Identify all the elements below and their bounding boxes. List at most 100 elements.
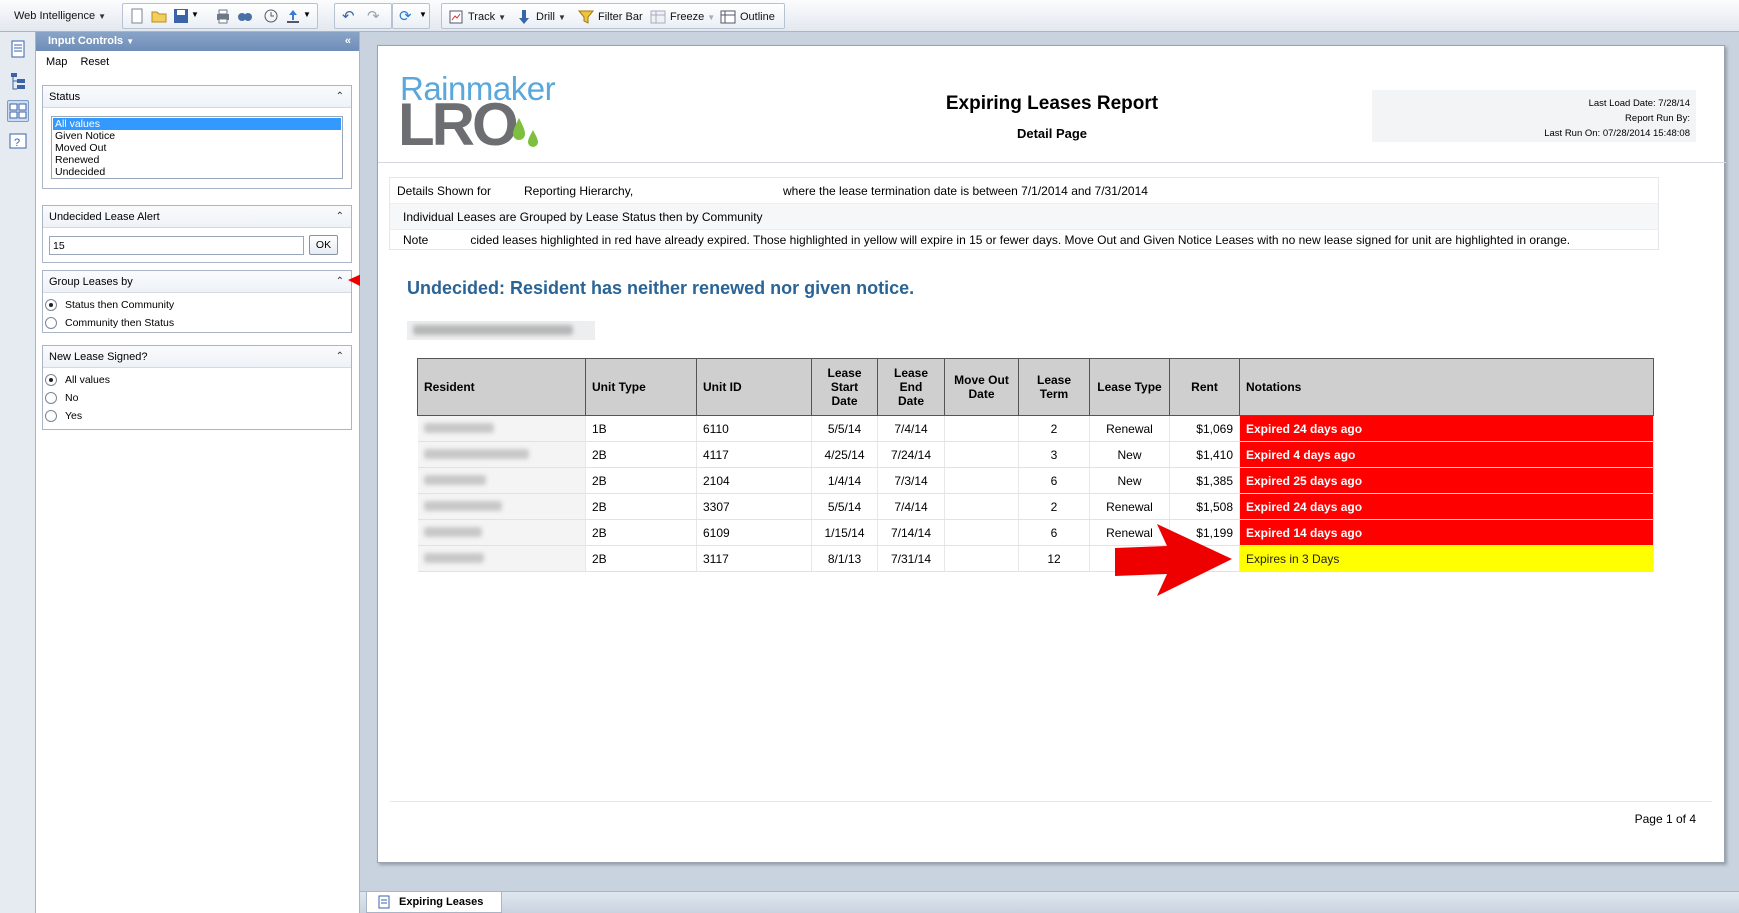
collapse-new-lease-icon[interactable]: ⌃ <box>336 346 344 368</box>
file-toolbar-group: ▼ ▼ <box>122 3 318 29</box>
reporting-hierarchy: Reporting Hierarchy, <box>524 184 634 198</box>
cell-unit-type: 2B <box>585 441 697 468</box>
report-tab-icon <box>378 895 390 909</box>
collapse-group-icon[interactable]: ⌃ <box>336 271 344 293</box>
cell-lease-end: 7/3/14 <box>877 467 945 494</box>
group-option-community-status[interactable]: Community then Status <box>43 314 351 332</box>
find-icon[interactable] <box>237 8 253 24</box>
refresh-dropdown-icon[interactable]: ▼ <box>419 10 427 19</box>
radio-icon <box>45 392 57 404</box>
leases-table: Resident Unit Type Unit ID Lease Start Dat… <box>417 358 1654 572</box>
history-icon[interactable] <box>263 8 279 24</box>
new-lease-control: New Lease Signed? ⌃ All values No Yes <box>42 345 352 430</box>
run-info-box: Last Load Date: 7/28/14 Report Run By: L… <box>1372 90 1696 142</box>
status-option[interactable]: Moved Out <box>53 142 341 154</box>
cell-lease-term: 2 <box>1018 415 1090 442</box>
save-icon[interactable] <box>173 8 189 24</box>
cell-lease-start: 1/15/14 <box>811 519 878 546</box>
cell-unit-id: 2104 <box>696 467 812 494</box>
resident-name-blurred <box>423 500 502 511</box>
filter-bar-button[interactable]: Filter Bar <box>577 5 643 29</box>
ok-button[interactable]: OK <box>309 235 338 255</box>
cell-rent: $1,069 <box>1169 415 1240 442</box>
new-lease-option-no[interactable]: No <box>43 389 351 407</box>
freeze-button[interactable]: Freeze ▼ <box>650 5 715 29</box>
page-footer-divider <box>390 801 1712 802</box>
help-icon[interactable]: ? <box>7 130 29 152</box>
map-link[interactable]: Map <box>46 56 67 68</box>
collapse-alert-icon[interactable]: ⌃ <box>336 206 344 228</box>
input-controls-panel: Input Controls ▼ « Map Reset Status ⌃ All… <box>36 32 500 913</box>
refresh-icon[interactable]: ⟳ <box>399 7 412 25</box>
export-icon[interactable] <box>285 8 301 24</box>
left-icon-strip: ? <box>0 32 36 913</box>
cell-resident <box>417 493 586 520</box>
cell-unit-type: 2B <box>585 467 697 494</box>
track-button[interactable]: Track ▼ <box>448 5 506 29</box>
collapse-status-icon[interactable]: ⌃ <box>336 86 344 108</box>
community-name-blurred <box>407 321 595 340</box>
col-lease-term: Lease Term <box>1018 358 1090 416</box>
cell-move-out <box>944 441 1019 468</box>
tab-expiring-leases[interactable]: Expiring Leases <box>366 892 503 913</box>
last-load-date: Last Load Date: 7/28/14 <box>1588 98 1690 109</box>
refresh-group: ⟳ ▼ <box>392 3 430 29</box>
export-dropdown-icon[interactable]: ▼ <box>303 10 311 19</box>
document-structure-icon[interactable] <box>7 38 29 60</box>
cell-notation: Expired 24 days ago <box>1239 415 1654 442</box>
reset-link[interactable]: Reset <box>80 56 109 68</box>
alert-days-input[interactable] <box>49 236 304 255</box>
resident-name-blurred <box>423 526 482 537</box>
filter-icon <box>577 9 595 25</box>
cell-unit-type: 2B <box>585 493 697 520</box>
group-option-status-community[interactable]: Status then Community <box>43 296 351 314</box>
cell-move-out <box>944 493 1019 520</box>
cell-lease-term: 3 <box>1018 441 1090 468</box>
new-document-icon[interactable] <box>129 8 145 24</box>
collapse-panel-icon[interactable]: « <box>345 32 351 51</box>
panel-links: Map Reset <box>36 51 359 73</box>
app-menu[interactable]: Web Intelligence ▼ <box>14 4 106 28</box>
col-notations: Notations <box>1239 358 1654 416</box>
cell-lease-end: 7/24/14 <box>877 441 945 468</box>
status-option[interactable]: Undecided <box>53 166 341 178</box>
table-row: 2B 2104 1/4/14 7/3/14 6 New $1,385 Expired 25 d… <box>417 467 1654 494</box>
open-folder-icon[interactable] <box>151 8 167 24</box>
navigation-map-icon[interactable] <box>7 70 29 92</box>
cell-unit-id: 3307 <box>696 493 812 520</box>
redo-icon[interactable]: ↷ <box>367 7 380 25</box>
input-controls-icon[interactable] <box>7 100 29 122</box>
cell-lease-end: 7/31/14 <box>877 545 945 572</box>
col-lease-start: Lease Start Date <box>811 358 878 416</box>
cell-unit-type: 2B <box>585 519 697 546</box>
cell-lease-term: 2 <box>1018 493 1090 520</box>
outline-button[interactable]: Outline <box>720 5 775 29</box>
red-arrow-annotation <box>1115 524 1232 596</box>
resident-name-blurred <box>423 552 484 563</box>
cell-lease-end: 7/14/14 <box>877 519 945 546</box>
new-lease-option-all[interactable]: All values <box>43 371 351 389</box>
status-option[interactable]: Given Notice <box>53 130 341 142</box>
radio-selected-icon <box>45 299 57 311</box>
print-icon[interactable] <box>215 8 231 24</box>
cell-lease-end: 7/4/14 <box>877 415 945 442</box>
cell-unit-type: 1B <box>585 415 697 442</box>
status-option[interactable]: All values <box>53 118 341 130</box>
save-dropdown-icon[interactable]: ▼ <box>191 10 199 19</box>
undo-icon[interactable]: ↶ <box>342 7 355 25</box>
status-option[interactable]: Renewed <box>53 154 341 166</box>
table-row: 2B 6109 1/15/14 7/14/14 6 Renewal $1,199 Expire… <box>417 519 1654 546</box>
resident-name-blurred <box>423 474 486 485</box>
table-row: 2B 4117 4/25/14 7/24/14 3 New $1,410 Expired 4 … <box>417 441 1654 468</box>
status-listbox[interactable]: All values Given Notice Moved Out Renewe… <box>51 116 343 179</box>
report-tab-bar: Expiring Leases <box>360 891 1739 913</box>
drill-button[interactable]: Drill ▼ <box>516 5 566 29</box>
cell-resident <box>417 467 586 494</box>
col-unit-type: Unit Type <box>585 358 697 416</box>
col-resident: Resident <box>417 358 586 416</box>
cell-move-out <box>944 545 1019 572</box>
cell-lease-type: Renewal <box>1089 415 1170 442</box>
new-lease-option-yes[interactable]: Yes <box>43 407 351 425</box>
track-icon <box>448 9 464 25</box>
cell-move-out <box>944 415 1019 442</box>
